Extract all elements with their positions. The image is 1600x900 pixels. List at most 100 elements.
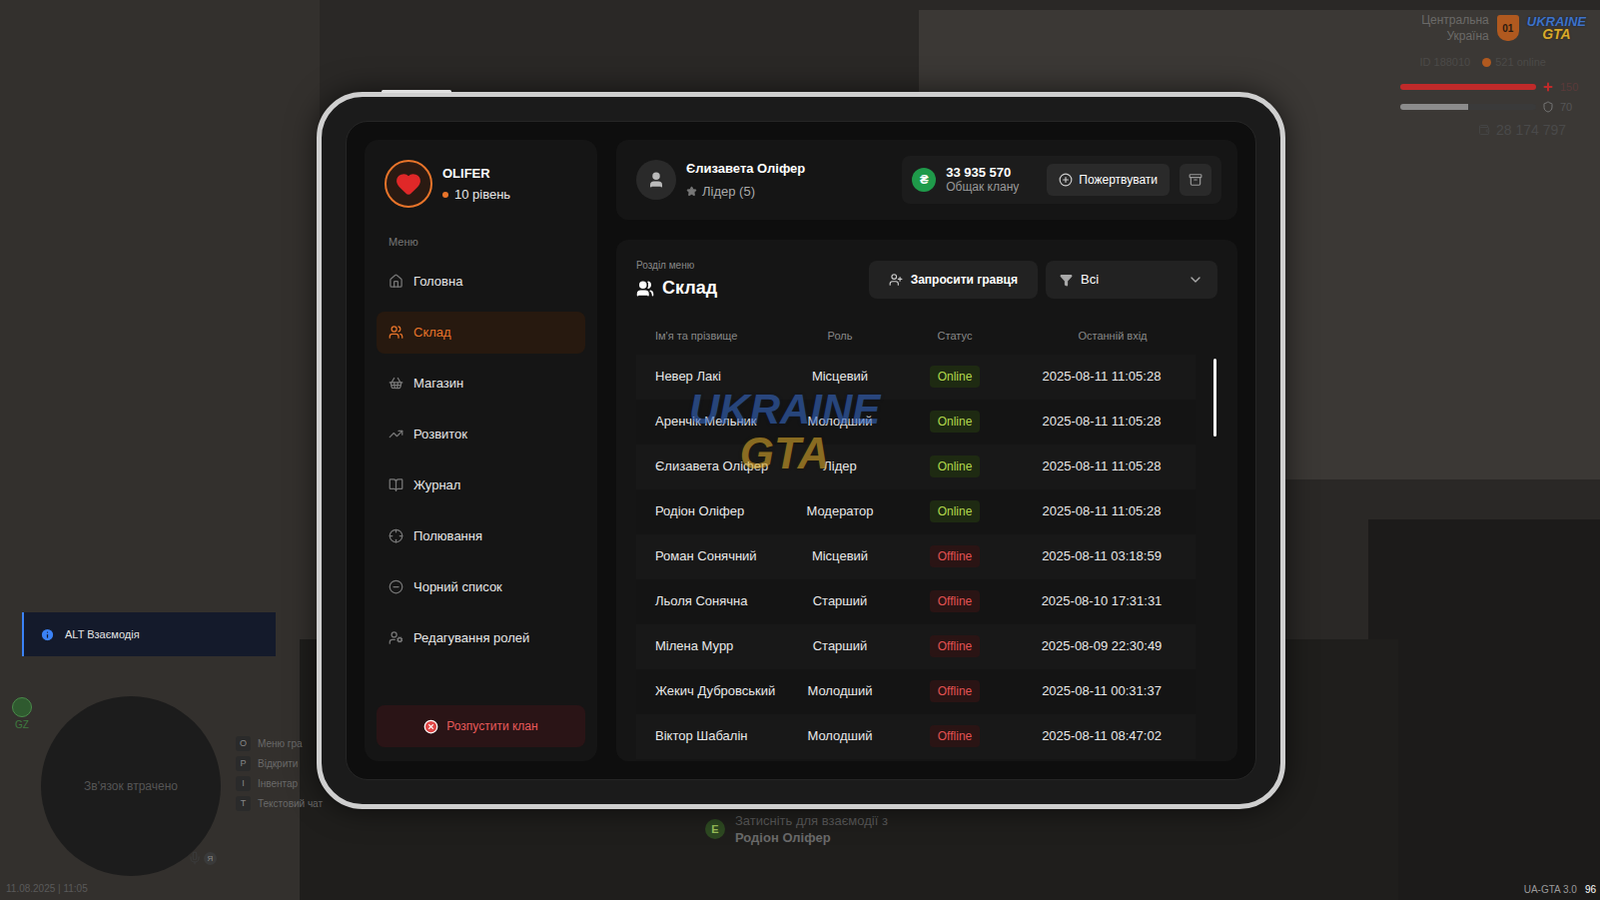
- last-login: 2025-08-11 03:18:59: [1019, 546, 1184, 567]
- currency-icon: ₴: [911, 167, 936, 192]
- menu-item-icon: [388, 426, 404, 442]
- online-icon: [1482, 57, 1492, 67]
- member-name: Єлизавета Оліфер: [655, 459, 791, 474]
- status-badge: Offline: [929, 680, 980, 703]
- member-name: Родіон Оліфер: [655, 504, 791, 519]
- region-badge: 01: [1497, 14, 1520, 41]
- clan-name: OLIFER: [442, 163, 511, 184]
- menu-item[interactable]: Редагування ролей: [376, 617, 586, 660]
- menu-item[interactable]: Склад: [376, 311, 586, 354]
- menu-item[interactable]: Магазин: [376, 362, 586, 405]
- last-login: 2025-08-11 08:47:02: [1019, 726, 1184, 747]
- menu-list: Головна Склад Магазин Розвиток Журнал Полюван…: [376, 260, 586, 660]
- last-login: 2025-08-11 11:05:28: [1019, 366, 1184, 387]
- menu-item[interactable]: Журнал: [376, 464, 586, 507]
- table-row[interactable]: Родіон ОліферМодераторOnline2025-08-11 1…: [636, 489, 1196, 535]
- key-hints: OМеню гра PВідкрити IІнвентар TТекстовий ча…: [235, 736, 323, 811]
- last-login: 2025-08-10 17:31:31: [1019, 591, 1184, 612]
- clan-avatar: [384, 159, 433, 208]
- watermark: UKRAINEGTA: [689, 387, 880, 476]
- status-badge: Online: [929, 500, 981, 523]
- user-card: Єлизавета ОліферЛідер (5)₴33 935 570Обща…: [616, 139, 1238, 220]
- sidebar: OLIFER10 рівень Меню Головна Склад Магазин Ро…: [364, 139, 598, 762]
- archive-button[interactable]: [1179, 163, 1212, 196]
- member-role: Старший: [790, 636, 890, 657]
- server-logo: UKRAINEGTA: [1527, 14, 1587, 41]
- filter-dropdown[interactable]: Всі: [1045, 260, 1218, 299]
- status-badge: Offline: [929, 635, 980, 658]
- menu-item-icon: [388, 324, 404, 340]
- donate-button[interactable]: Пожертвувати: [1046, 163, 1170, 196]
- table-row[interactable]: Роман СонячнийМісцевийOffline2025-08-11 …: [636, 534, 1196, 580]
- online-count: 521 online: [1495, 53, 1547, 71]
- table-header: Ім'я та прізвищеРольСтатусОстанній вхід: [636, 327, 1218, 345]
- info-icon: [39, 627, 55, 643]
- menu-item-icon: [388, 630, 404, 646]
- level-dot: [442, 191, 449, 198]
- menu-item[interactable]: Чорний список: [376, 566, 586, 609]
- key-hint: TТекстовий чат: [235, 796, 323, 811]
- member-name: Льоля Сонячна: [655, 594, 791, 609]
- user-icon: [647, 170, 666, 189]
- member-name: Невер Лакі: [655, 369, 791, 384]
- clan-header: OLIFER10 рівень: [376, 159, 586, 208]
- star-icon: [686, 185, 698, 197]
- health-bar: [1400, 83, 1537, 90]
- game-screen: ЦентральнаУкраїна01UKRAINEGTAID 18801052…: [0, 0, 1600, 900]
- interaction-key: E: [705, 818, 726, 839]
- key-hint: PВідкрити: [235, 756, 323, 772]
- menu-item[interactable]: Головна: [376, 260, 586, 303]
- table-row[interactable]: Невер ЛакіМісцевийOnline2025-08-11 11:05…: [636, 354, 1196, 400]
- treasury-box: ₴33 935 570Общак клануПожертвувати: [901, 155, 1222, 204]
- user-avatar: [636, 159, 677, 200]
- archive-icon: [1188, 172, 1203, 187]
- last-login: 2025-08-11 00:31:37: [1019, 681, 1184, 702]
- key-hint: OМеню гра: [235, 736, 323, 752]
- money-amount: 28 174 797: [1496, 119, 1567, 141]
- member-name: Жекич Дубровський: [655, 684, 791, 699]
- minimap: Зв'язок втрачено: [40, 696, 221, 876]
- table-row[interactable]: Аренчік МельникМолодшийOnline2025-08-11 …: [636, 399, 1196, 445]
- user-name: Єлизавета Оліфер: [686, 158, 805, 179]
- status-badge: Online: [929, 410, 981, 433]
- plus-circle-icon: [1058, 172, 1073, 187]
- key-hint: IІнвентар: [235, 776, 323, 792]
- tablet-button[interactable]: [381, 89, 452, 93]
- menu-item-icon: [388, 375, 404, 391]
- menu-heading: Меню: [376, 233, 586, 251]
- hint-toast: ALT Взаємодія: [21, 612, 276, 657]
- menu-item-icon: [388, 528, 404, 544]
- table-row[interactable]: Єлизавета ОліферЛідерOnline2025-08-11 11…: [636, 444, 1196, 490]
- table-row[interactable]: Жекич ДубровськийМолодший Offline 2025-08-…: [636, 669, 1196, 715]
- section-title: Склад: [662, 274, 718, 302]
- last-login: 2025-08-11 11:05:28: [1019, 501, 1184, 522]
- table-row[interactable]: Льоля СонячнаСтаршийOffline2025-08-10 17…: [636, 579, 1196, 625]
- table-row[interactable]: Віктор ШабалінМолодшийOffline2025-08-11 …: [636, 714, 1196, 760]
- table-row[interactable]: Мілена МуррСтаршийOffline2025-08-09 22:3…: [636, 624, 1196, 670]
- tablet: OLIFER10 рівень Меню Головна Склад Магазин Ро…: [316, 91, 1286, 809]
- voice-indicator: Я: [187, 850, 217, 865]
- build-info: UA-GTA 3.096: [1524, 881, 1597, 897]
- interaction-prompt: EЗатисніть для взаємодії зРодіон Оліфер: [705, 811, 888, 846]
- menu-item[interactable]: Розвиток: [376, 413, 586, 456]
- users-icon: [636, 279, 655, 298]
- menu-item-icon: [388, 477, 404, 493]
- mic-icon: [187, 850, 202, 865]
- last-login: 2025-08-11 11:05:28: [1019, 456, 1184, 477]
- clan-level: 10 рівень: [454, 184, 511, 205]
- member-role: Молодший: [790, 681, 890, 702]
- invite-button[interactable]: Запросити гравця: [868, 260, 1038, 299]
- treasury-amount: 33 935 570: [945, 164, 1019, 180]
- heart-icon: [395, 170, 422, 197]
- disband-button[interactable]: Розпустити клан: [376, 705, 586, 748]
- menu-item[interactable]: Полювання: [376, 515, 586, 558]
- health-icon: [1542, 80, 1555, 93]
- last-login: 2025-08-11 11:05:28: [1019, 411, 1184, 432]
- armor-bar: [1400, 103, 1537, 110]
- last-login: 2025-08-09 22:30:49: [1019, 636, 1184, 657]
- status-badge: Online: [929, 455, 981, 478]
- table-body: Невер ЛакіМісцевийOnline2025-08-11 11:05…: [636, 354, 1218, 763]
- scrollbar[interactable]: [1213, 358, 1217, 437]
- zone-badge: GZ: [11, 697, 32, 733]
- menu-item-icon: [388, 273, 404, 289]
